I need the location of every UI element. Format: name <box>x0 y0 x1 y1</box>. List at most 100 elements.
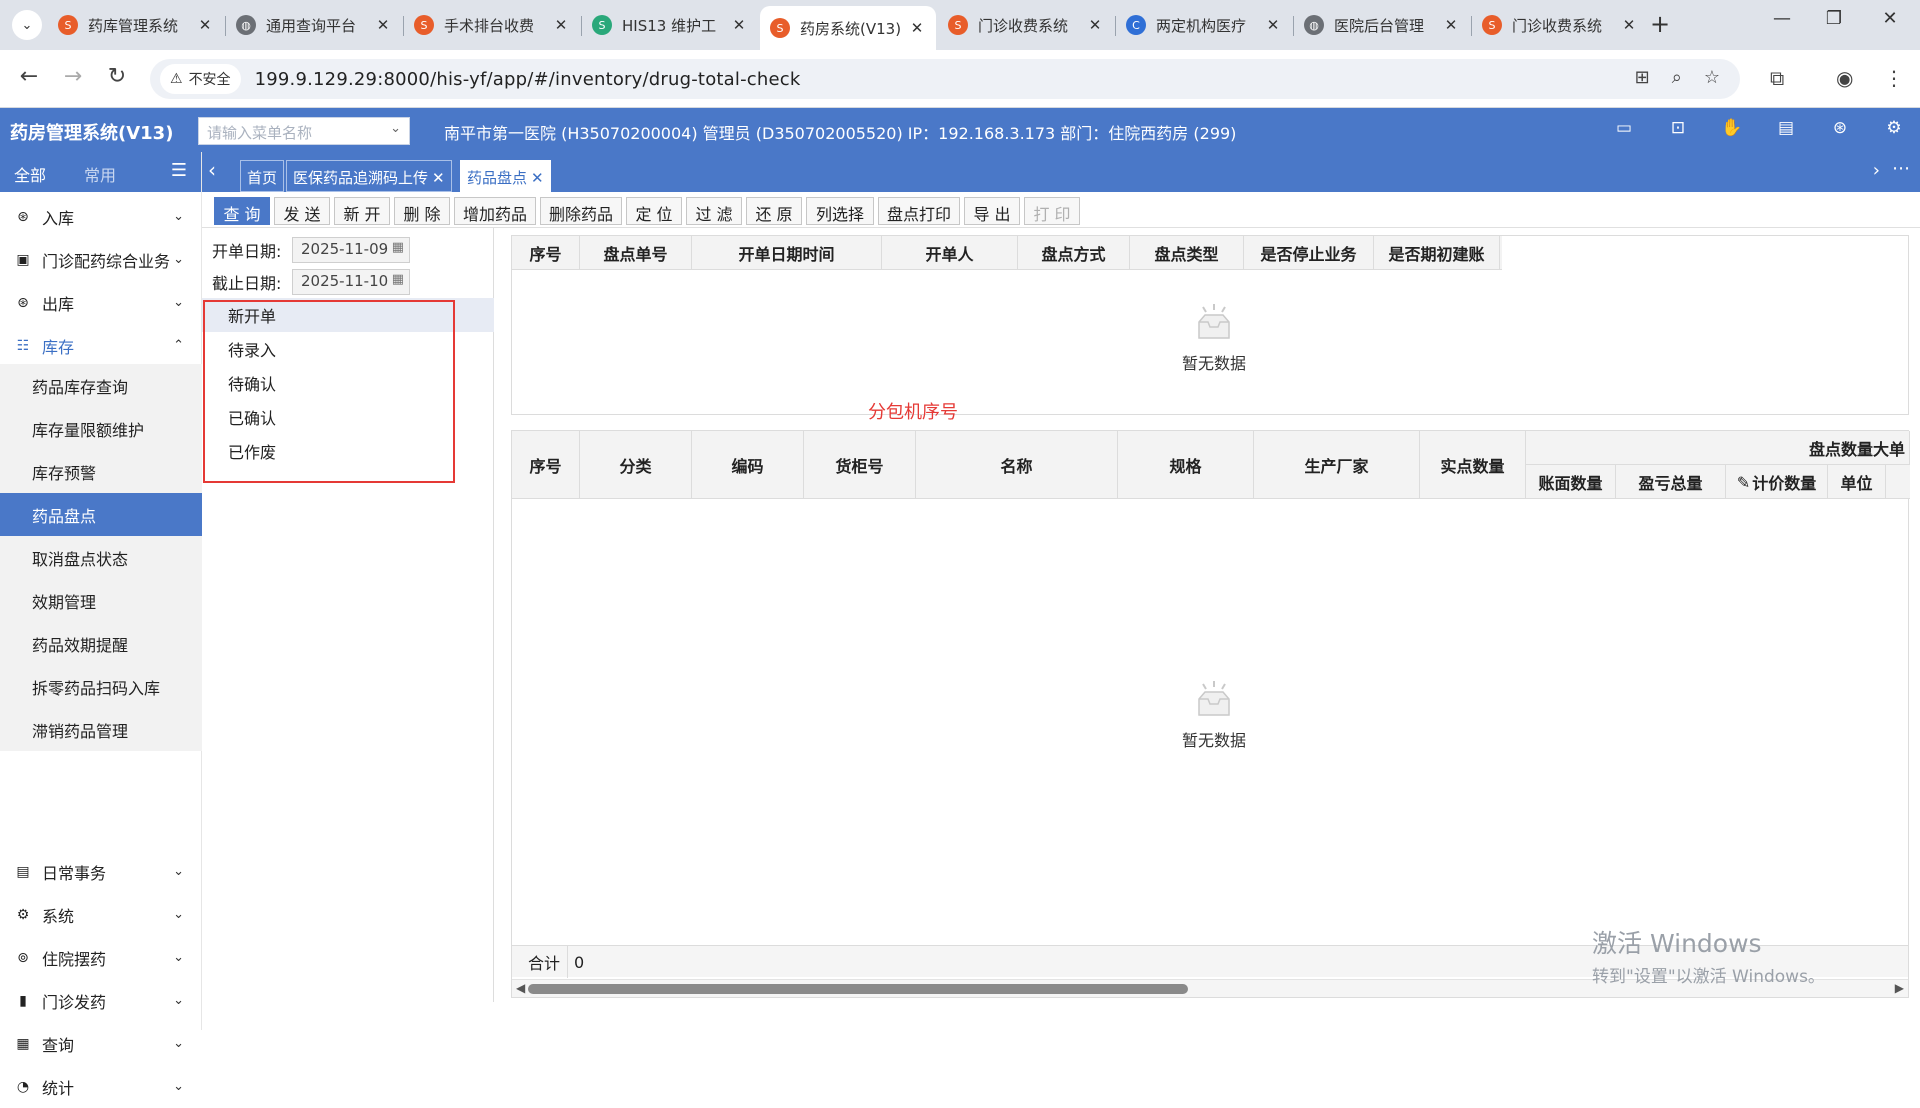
toolbar-button[interactable]: 查 询 <box>214 197 270 225</box>
tabs-prev-icon[interactable]: ‹ <box>208 158 216 182</box>
hand-icon[interactable]: ✋ <box>1720 118 1744 142</box>
sidebar-menu-item[interactable]: ▮ 门诊发药 ⌄ <box>0 979 202 1022</box>
calendar-icon[interactable]: ▦ <box>392 240 404 255</box>
browser-tab[interactable]: S HIS13 维护工 ✕ <box>582 8 758 42</box>
sidebar-menu-item[interactable]: ⊛ 入库 ⌄ <box>0 195 202 238</box>
profile-icon[interactable]: ◉ <box>1836 66 1853 90</box>
tab-search-chevron-icon[interactable]: ⌄ <box>12 10 42 40</box>
zoom-icon[interactable]: ⌕ <box>1672 67 1682 88</box>
browser-tab[interactable]: S 门诊收费系统 ✕ <box>938 8 1114 42</box>
sidebar-menu-item[interactable]: ▤ 日常事务 ⌄ <box>0 850 202 893</box>
sidebar-menu-item[interactable]: ◔ 统计 ⌄ <box>0 1065 202 1108</box>
column-header[interactable]: 盘点单号 <box>580 236 692 269</box>
page-tab-home[interactable]: 首页 <box>240 160 285 192</box>
document-icon[interactable]: ▤ <box>1774 118 1798 142</box>
translate-icon[interactable]: ⊞ <box>1635 67 1650 88</box>
column-header[interactable]: 规格 <box>1118 431 1254 498</box>
scroll-left-icon[interactable]: ◀ <box>516 981 525 995</box>
extensions-icon[interactable]: ⧉ <box>1770 66 1784 90</box>
monitor-icon[interactable]: ⊡ <box>1666 118 1690 142</box>
switch-icon[interactable]: ⊛ <box>1828 118 1852 142</box>
sub-column-header[interactable]: ✎ 计价数量 <box>1726 465 1828 499</box>
browser-tab[interactable]: S 药房系统(V13) ✕ <box>760 6 936 50</box>
toolbar-button[interactable]: 导 出 <box>964 197 1020 225</box>
reload-icon[interactable]: ↻ <box>102 64 132 89</box>
security-chip[interactable]: ⚠ 不安全 <box>160 64 241 94</box>
tabs-more-icon[interactable]: ⋯ <box>1892 158 1910 179</box>
chevron-down-icon[interactable]: ⌄ <box>390 121 401 136</box>
sidebar-subitem[interactable]: 取消盘点状态 <box>0 536 202 579</box>
toolbar-button[interactable]: 盘点打印 <box>878 197 960 225</box>
chevron-down-icon[interactable]: ⌄ <box>173 1036 184 1051</box>
sidebar-subitem[interactable]: 效期管理 <box>0 579 202 622</box>
column-header[interactable]: 序号 <box>512 236 580 269</box>
sidebar-subitem[interactable]: 库存预警 <box>0 450 202 493</box>
sidebar-menu-item[interactable]: ▦ 查询 ⌄ <box>0 1022 202 1065</box>
minimize-icon[interactable]: — <box>1762 8 1802 29</box>
browser-tab[interactable]: ◍ 通用查询平台 ✕ <box>226 8 402 42</box>
sidebar-menu-item[interactable]: ☷ 库存 ⌃ <box>0 324 202 367</box>
chevron-down-icon[interactable]: ⌄ <box>173 907 184 922</box>
toolbar-button[interactable]: 删 除 <box>394 197 450 225</box>
sidebar-subitem[interactable]: 滞销药品管理 <box>0 708 202 751</box>
toolbar-button[interactable]: 增加药品 <box>454 197 536 225</box>
chevron-down-icon[interactable]: ⌄ <box>173 209 184 224</box>
message-icon[interactable]: ▭ <box>1612 118 1636 142</box>
column-header[interactable]: 分类 <box>580 431 692 498</box>
scrollbar-thumb[interactable] <box>528 984 1188 994</box>
column-header[interactable]: 盘点方式 <box>1018 236 1130 269</box>
chevron-down-icon[interactable]: ⌄ <box>173 864 184 879</box>
column-header[interactable]: 编码 <box>692 431 804 498</box>
close-tab-icon[interactable]: ✕ <box>1620 16 1638 34</box>
close-tab-icon[interactable]: ✕ <box>1264 16 1282 34</box>
collapse-menu-icon[interactable]: ☰ <box>171 160 187 181</box>
toolbar-button[interactable]: 定 位 <box>626 197 682 225</box>
column-header[interactable]: 序号 <box>512 431 580 498</box>
chevron-down-icon[interactable]: ⌄ <box>173 993 184 1008</box>
close-window-icon[interactable]: ✕ <box>1870 8 1910 29</box>
toolbar-button[interactable]: 删除药品 <box>540 197 622 225</box>
sidebar-menu-item[interactable]: ⚙ 系统 ⌄ <box>0 893 202 936</box>
chevron-down-icon[interactable]: ⌄ <box>173 1079 184 1094</box>
back-arrow-icon[interactable]: ← <box>14 64 44 89</box>
sidebar-subitem[interactable]: 药品盘点 <box>0 493 202 536</box>
chevron-down-icon[interactable]: ⌄ <box>173 295 184 310</box>
browser-tab[interactable]: ◍ 医院后台管理 ✕ <box>1294 8 1470 42</box>
url-omnibox[interactable]: ⚠ 不安全 199.9.129.29:8000/his-yf/app/#/inv… <box>150 59 1740 99</box>
sidebar-tab-common[interactable]: 常用 <box>84 162 116 186</box>
browser-tab[interactable]: S 药库管理系统 ✕ <box>48 8 224 42</box>
forward-arrow-icon[interactable]: → <box>58 64 88 89</box>
column-header[interactable]: 生产厂家 <box>1254 431 1420 498</box>
close-tab-icon[interactable]: ✕ <box>730 16 748 34</box>
column-header[interactable]: 名称 <box>916 431 1118 498</box>
sidebar-tab-all[interactable]: 全部 <box>9 162 51 198</box>
bookmark-star-icon[interactable]: ☆ <box>1704 67 1720 88</box>
sidebar-subitem[interactable]: 药品效期提醒 <box>0 622 202 665</box>
close-tab-icon[interactable]: ✕ <box>1442 16 1460 34</box>
toolbar-button[interactable]: 发 送 <box>274 197 330 225</box>
column-header[interactable]: 开单人 <box>882 236 1018 269</box>
page-tab-stocktake[interactable]: 药品盘点 ✕ <box>460 160 551 192</box>
column-header[interactable]: 开单日期时间 <box>692 236 882 269</box>
toolbar-button[interactable]: 新 开 <box>334 197 390 225</box>
url-text[interactable]: 199.9.129.29:8000/his-yf/app/#/inventory… <box>255 69 801 90</box>
settings-gear-icon[interactable]: ⚙ <box>1882 118 1906 142</box>
sidebar-subitem[interactable]: 拆零药品扫码入库 <box>0 665 202 708</box>
column-header[interactable]: 货柜号 <box>804 431 916 498</box>
sidebar-menu-item[interactable]: ⊚ 住院摆药 ⌄ <box>0 936 202 979</box>
sub-column-header[interactable]: 单位 <box>1828 465 1886 499</box>
close-tab-icon[interactable]: ✕ <box>374 16 392 34</box>
close-tab-icon[interactable]: ✕ <box>552 16 570 34</box>
chevron-up-icon[interactable]: ⌃ <box>173 338 184 353</box>
calendar-icon[interactable]: ▦ <box>392 272 404 287</box>
tabs-next-icon[interactable]: › <box>1873 160 1880 181</box>
new-tab-plus-icon[interactable]: + <box>1650 10 1670 38</box>
scroll-right-icon[interactable]: ▶ <box>1895 981 1904 995</box>
close-tab-icon[interactable]: ✕ <box>432 169 445 187</box>
browser-tab[interactable]: C 两定机构医疗 ✕ <box>1116 8 1292 42</box>
column-header[interactable]: 盘点类型 <box>1130 236 1244 269</box>
vertical-splitter[interactable] <box>494 228 510 1002</box>
page-tab-trace-upload[interactable]: 医保药品追溯码上传 ✕ <box>286 160 452 192</box>
sidebar-menu-item[interactable]: ⊛ 出库 ⌄ <box>0 281 202 324</box>
menu-search-input[interactable]: 请输入菜单名称 ⌄ <box>198 117 410 145</box>
